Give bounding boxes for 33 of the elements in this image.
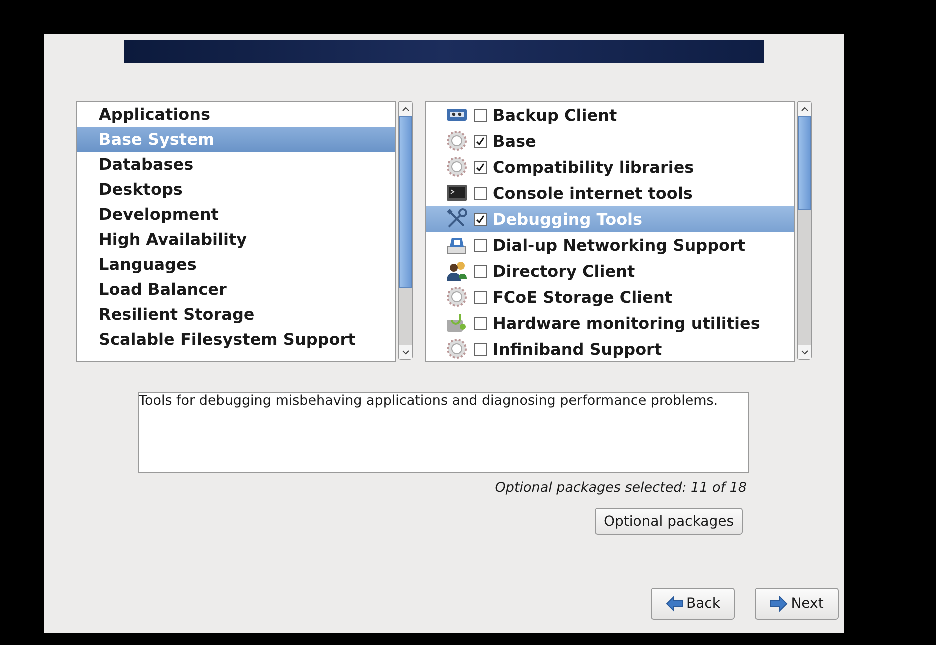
package-label: Console internet tools [493,184,693,202]
package-label: Hardware monitoring utilities [493,314,760,332]
group-item[interactable]: Applications [77,102,395,127]
optional-status-text: Optional packages selected: 11 of 18 [494,480,747,496]
optional-packages-button[interactable]: Optional packages [594,508,743,535]
group-item[interactable]: Databases [77,152,395,177]
package-label: Infiniband Support [493,340,662,358]
package-item[interactable]: Compatibility libraries [426,154,794,180]
package-item[interactable]: Infiniband Support [426,336,794,361]
group-item[interactable]: Development [77,202,395,227]
group-item[interactable]: Scalable Filesystem Support [77,327,395,352]
package-item[interactable]: Console internet tools [426,180,794,206]
group-item[interactable]: Desktops [77,177,395,202]
package-item[interactable]: Dial-up Networking Support [426,232,794,258]
package-label: Directory Client [493,262,636,280]
group-item[interactable]: Load Balancer [77,277,395,302]
package-label: Dial-up Networking Support [493,236,746,254]
group-item[interactable]: Languages [77,252,395,277]
description-text: Tools for debugging misbehaving applications and diagnosing performance problems. [139,393,718,409]
package-label: FCoE Storage Client [493,288,672,306]
back-button[interactable]: Back [651,588,735,620]
package-item[interactable]: Backup Client [426,102,794,128]
package-item[interactable]: Base [426,128,794,154]
package-item[interactable]: Directory Client [426,258,794,284]
group-item[interactable]: High Availability [77,227,395,252]
next-button[interactable]: Next [755,588,839,620]
package-label: Debugging Tools [493,210,643,228]
package-item[interactable]: FCoE Storage Client [426,284,794,310]
group-item[interactable]: Resilient Storage [77,302,395,327]
package-label: Compatibility libraries [493,158,694,176]
package-label: Backup Client [493,106,618,124]
package-item[interactable]: Hardware monitoring utilities [426,310,794,336]
package-label: Base [493,132,536,150]
